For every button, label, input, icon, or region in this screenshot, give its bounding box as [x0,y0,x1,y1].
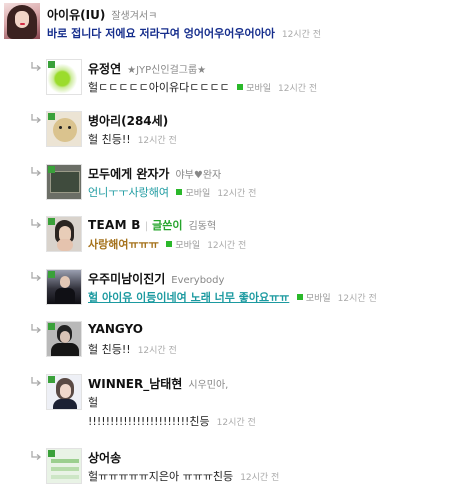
reply-arrow-icon [31,219,42,228]
reply-message: 헐 친등!! [88,343,131,356]
level-badge-icon [48,166,55,173]
level-badge-icon [48,218,55,225]
chalkboard-icon [50,171,80,193]
mobile-indicator: 모바일 [176,189,210,199]
reply-status: ★JYP신인걸그룹★ [127,65,207,76]
reply-avatar[interactable] [46,448,82,484]
avatar-body [53,399,77,409]
avatar-face [60,384,71,398]
reply-arrow-icon [31,377,42,386]
reply-avatar[interactable] [46,164,82,200]
chick-body [53,118,77,142]
post-message: 바로 접니다 저에요 저라구여 엉어어우어우어아아 [47,27,275,40]
mobile-indicator: 모바일 [166,241,200,251]
reply-nickname[interactable]: TEAM B [88,218,141,232]
mobile-label: 모바일 [246,84,272,94]
mobile-square-icon [237,84,244,90]
level-badge-icon [48,376,55,383]
reply-nickname[interactable]: 상어송 [88,451,121,465]
reply-message: 헐ㄷㄷㄷㄷㄷ아이유다ㄷㄷㄷㄷ [88,81,230,94]
avatar-stripe [51,459,79,463]
reply-nickname[interactable]: 모두에게 완자가 [88,167,169,181]
reply-message: 헐 친등!! [88,133,131,146]
avatar-face [60,331,70,343]
mobile-label: 모바일 [305,294,331,304]
mobile-square-icon [296,294,303,300]
reply-message-link[interactable]: 헐 아이유 이등이네여 노래 너무 좋아요ㅠㅠ [88,291,289,304]
reply-arrow-icon [31,272,42,281]
reply-status: 야부♥완자 [175,170,222,181]
avatar-stripe [51,475,79,479]
reply-nickname[interactable]: 병아리(284세) [88,114,168,128]
author-tag: 글쓴이 [152,219,183,232]
level-badge-icon [48,323,55,330]
avatar-hand [57,239,73,251]
avatar-face [15,11,29,28]
mobile-indicator: 모바일 [237,84,271,94]
level-badge-icon [48,113,55,120]
reply-nickname[interactable]: 우주미남이진기 [88,272,165,286]
reply-status: Everybody [171,275,225,286]
avatar-lip [20,23,25,25]
reply-avatar[interactable] [46,59,82,95]
avatar-stripe [51,467,79,471]
reply-status: 김동혁 [188,221,217,232]
post-status: 잘생겨서ㅋ [111,11,158,22]
reply-time: 12시간 전 [278,84,318,94]
separator: | [144,221,149,232]
reply-nickname[interactable]: WINNER_남태현 [88,377,182,391]
reply-message: 헐 [88,396,99,409]
chick-eye [68,126,71,129]
level-badge-icon [48,450,55,457]
reply-avatar[interactable] [46,111,82,147]
avatar-body [51,343,79,356]
reply-message: 사랑해여ㅠㅠㅠ [88,238,159,251]
reply-status: 시우민아, [188,380,229,391]
reply-message: 헐ㅠㅠㅠㅠㅠ지은아 ㅠㅠㅠ친등 [88,470,234,483]
reply-avatar[interactable] [46,216,82,252]
reply-arrow-icon [31,451,42,460]
reply-avatar[interactable] [46,321,82,357]
reply-message: !!!!!!!!!!!!!!!!!!!!!!!친등 [88,415,210,428]
reply-time: 12시간 전 [216,418,256,428]
reply-nickname[interactable]: YANGYO [88,322,143,336]
reply-nickname[interactable]: 유정연 [88,62,121,76]
post-time: 12시간 전 [281,30,321,40]
reply-arrow-icon [31,114,42,123]
post-nickname[interactable]: 아이유(IU) [47,8,105,22]
reply-time: 12시간 전 [240,473,280,483]
reply-arrow-icon [31,62,42,71]
reply-time: 12시간 전 [217,189,257,199]
mobile-square-icon [176,189,183,195]
reply-message: 언니ㅜㅜ사랑해여 [88,186,169,199]
mobile-square-icon [166,241,173,247]
reply-arrow-icon [31,167,42,176]
reply-time: 12시간 전 [337,294,377,304]
reply-avatar[interactable] [46,269,82,305]
post-avatar[interactable] [4,3,40,39]
mobile-label: 모바일 [185,189,211,199]
mobile-indicator: 모바일 [296,294,331,304]
reply-time: 12시간 전 [137,346,177,356]
reply-arrow-icon [31,324,42,333]
avatar-body [55,288,75,304]
original-post: 아이유(IU) 잘생겨서ㅋ 바로 접니다 저에요 저라구여 엉어어우어우어아아 12… [4,3,462,41]
level-badge-icon [48,61,55,68]
reply-time: 12시간 전 [207,241,247,251]
post-header: 아이유(IU) 잘생겨서ㅋ [47,6,157,23]
reply-avatar[interactable] [46,374,82,410]
mobile-label: 모바일 [175,241,201,251]
post-body: 바로 접니다 저에요 저라구여 엉어어우어우어아아 12시간 전 [47,25,321,41]
level-badge-icon [48,271,55,278]
reply-time: 12시간 전 [137,136,177,146]
avatar-face [60,276,70,288]
chick-eye [59,126,62,129]
